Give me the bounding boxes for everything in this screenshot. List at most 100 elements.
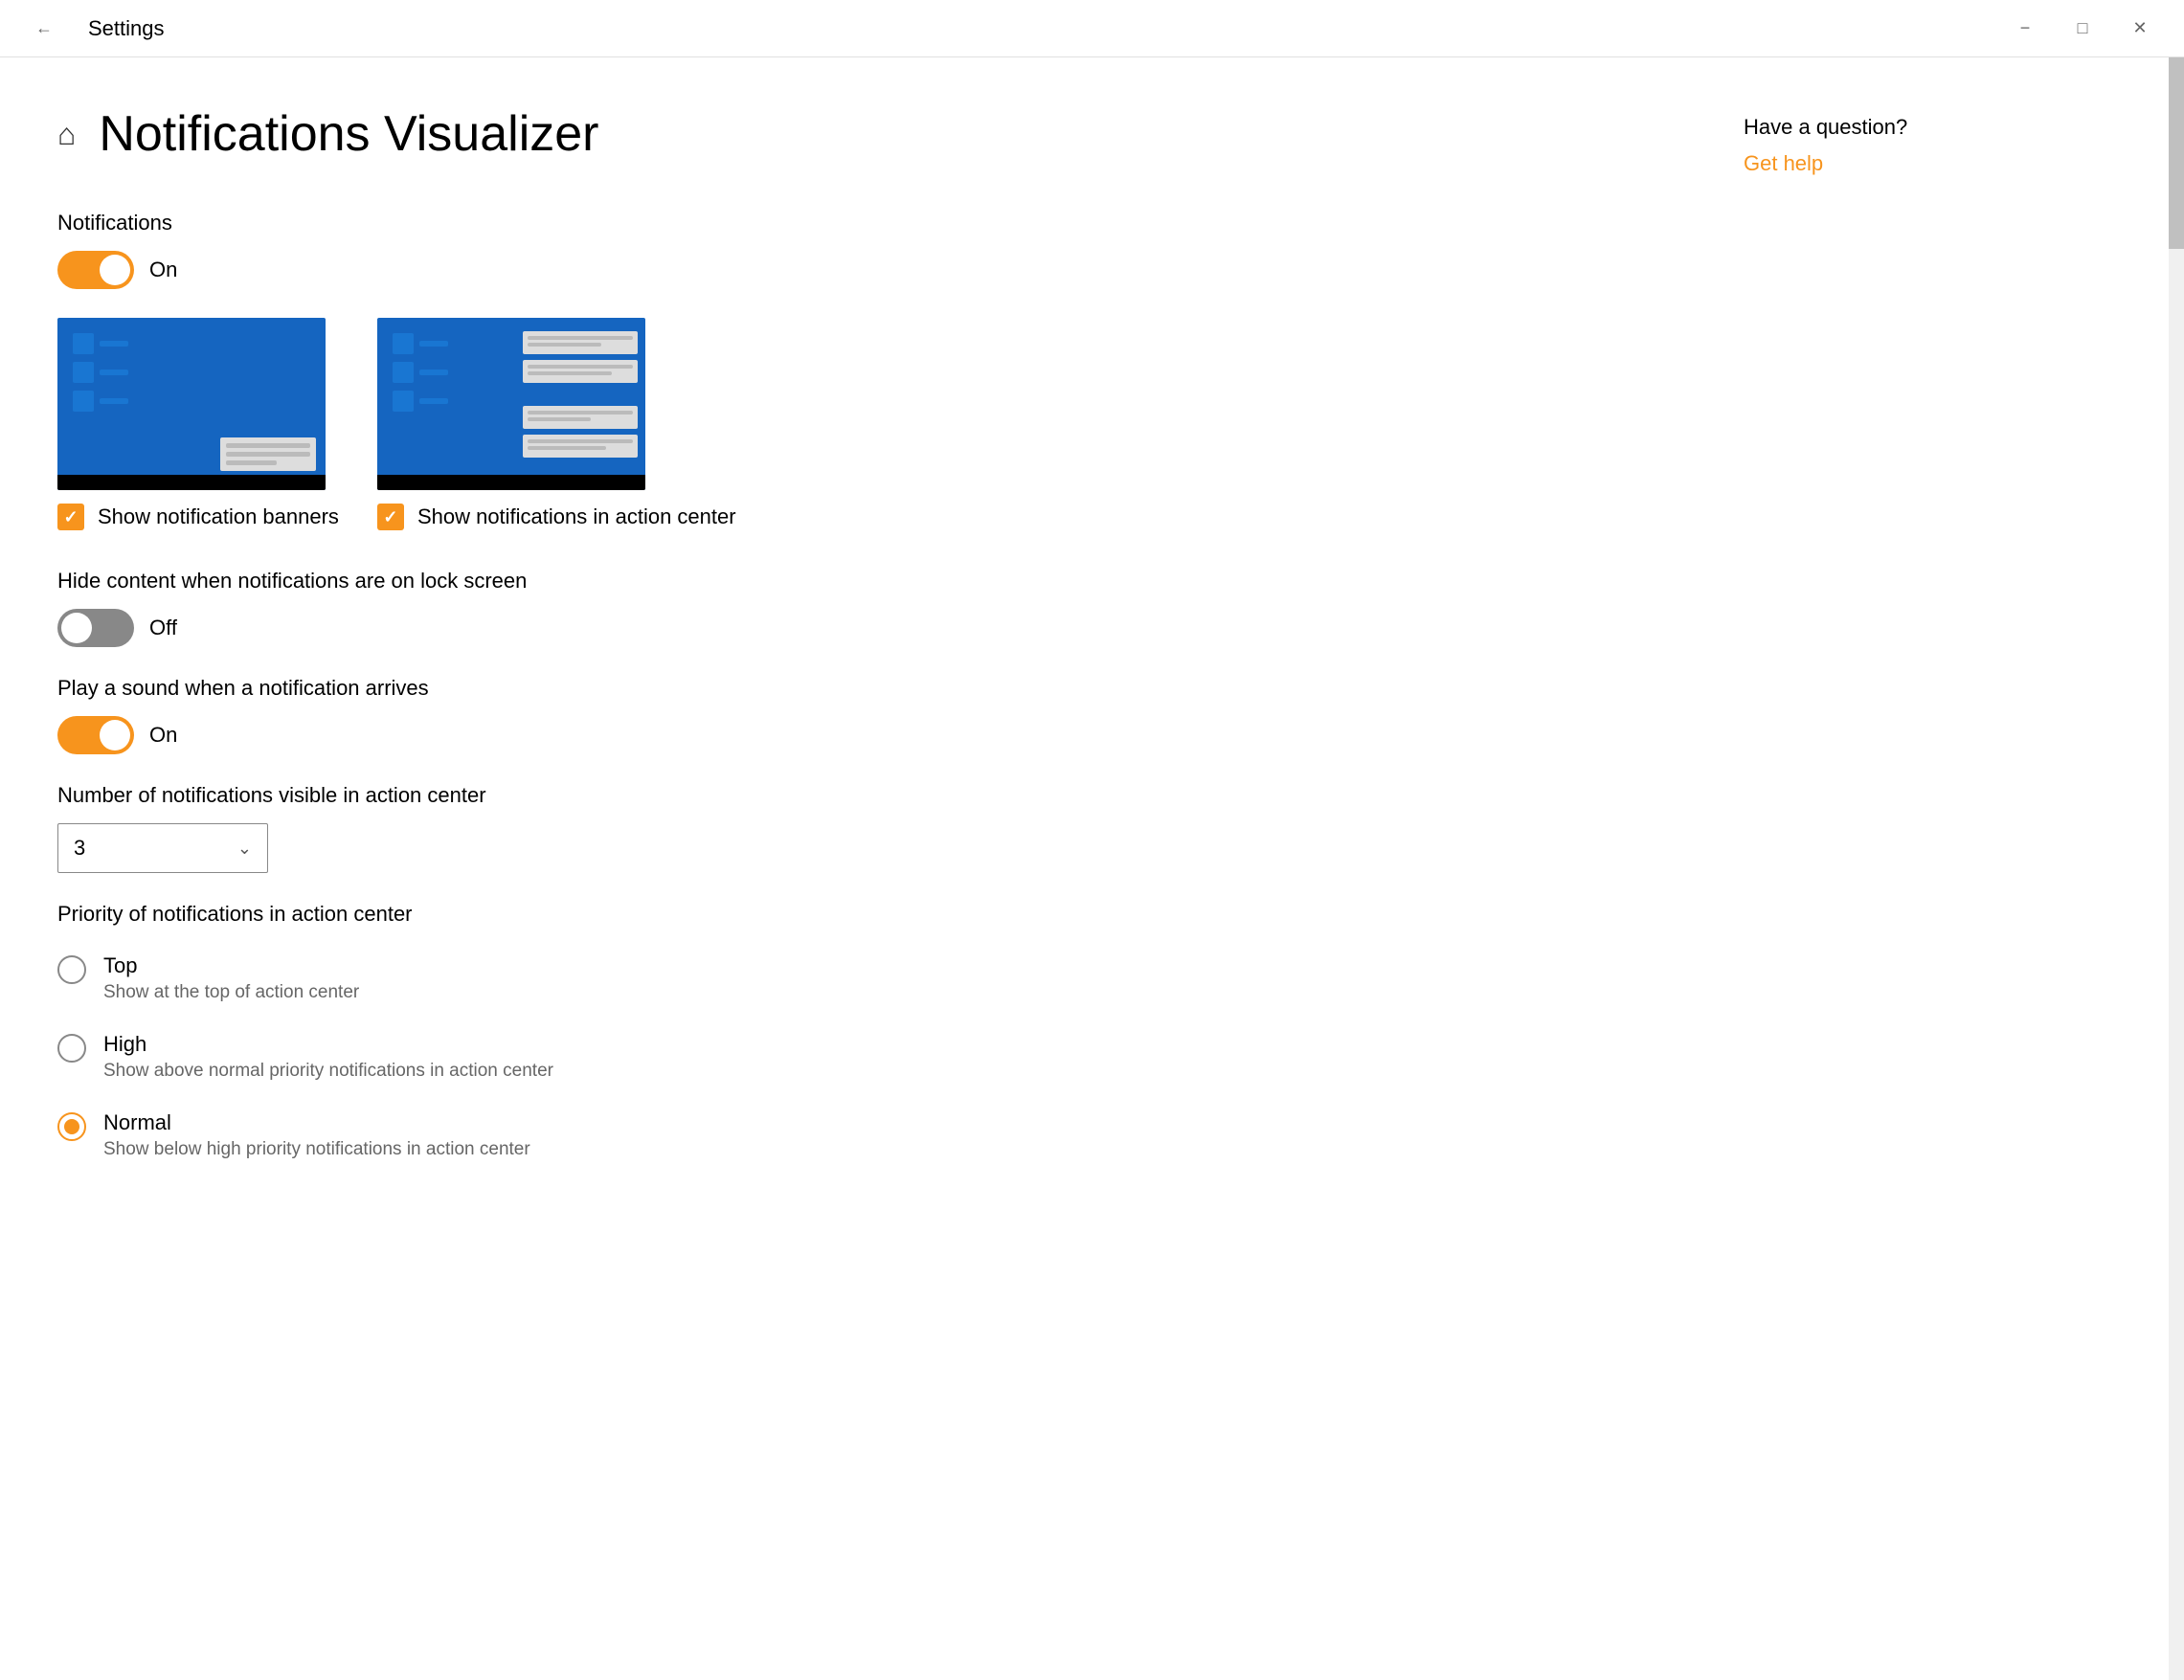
desktop-icons-2	[393, 333, 448, 412]
desktop-icon-3	[73, 391, 128, 412]
notifications-toggle[interactable]	[57, 251, 134, 289]
icon-box-4	[393, 333, 414, 354]
show-action-center-label: Show notifications in action center	[417, 504, 736, 529]
dropdown-arrow-icon: ⌄	[237, 839, 252, 859]
notifications-toggle-row: On	[57, 251, 1705, 289]
desktop-icon-1	[73, 333, 128, 354]
priority-section: Priority of notifications in action cent…	[57, 902, 1705, 1160]
show-banners-label: Show notification banners	[98, 504, 339, 529]
minimize-button[interactable]: −	[1996, 0, 2054, 57]
back-button[interactable]: ←	[15, 0, 73, 57]
hide-content-toggle-row: Off	[57, 609, 1705, 647]
priority-label: Priority of notifications in action cent…	[57, 902, 1705, 927]
banner-notification	[220, 437, 316, 471]
maximize-button[interactable]: □	[2054, 0, 2111, 57]
hide-content-section: Hide content when notifications are on l…	[57, 569, 1705, 647]
priority-top-content: Top Show at the top of action center	[103, 953, 359, 1003]
banner-preview-block: ✓ Show notification banners	[57, 318, 339, 530]
priority-top-label: Top	[103, 953, 359, 978]
priority-high-label: High	[103, 1032, 553, 1057]
page-title: Notifications Visualizer	[99, 105, 598, 163]
banner-line-2	[226, 452, 310, 457]
desktop-icon-6	[393, 391, 448, 412]
action-notif-line-1b	[528, 343, 601, 347]
action-notif-line-3b	[528, 417, 591, 421]
title-bar: ← Settings − □ ✕	[0, 0, 2184, 57]
play-sound-toggle[interactable]	[57, 716, 134, 754]
hide-content-toggle[interactable]	[57, 609, 134, 647]
desktop-icon-4	[393, 333, 448, 354]
checkmark-icon: ✓	[63, 507, 78, 527]
right-section: Have a question? Get help	[1744, 105, 2127, 1189]
home-icon[interactable]: ⌂	[57, 117, 76, 152]
priority-option-normal: Normal Show below high priority notifica…	[57, 1110, 1705, 1160]
play-sound-toggle-label: On	[149, 723, 177, 748]
hide-content-label: Hide content when notifications are on l…	[57, 569, 1705, 594]
taskbar-2	[377, 475, 645, 490]
num-notifications-label: Number of notifications visible in actio…	[57, 783, 1705, 808]
banner-line-1	[226, 443, 310, 448]
action-notif-2	[523, 360, 638, 383]
priority-top-desc: Show at the top of action center	[103, 982, 359, 1003]
scrollbar-thumb[interactable]	[2169, 57, 2184, 249]
action-notif-line-1a	[528, 336, 633, 340]
priority-high-content: High Show above normal priority notifica…	[103, 1032, 553, 1082]
page-header: ⌂ Notifications Visualizer	[57, 105, 1705, 163]
left-section: ⌂ Notifications Visualizer Notifications…	[57, 105, 1705, 1189]
action-notif-line-4a	[528, 439, 633, 443]
priority-normal-content: Normal Show below high priority notifica…	[103, 1110, 530, 1160]
hide-content-toggle-knob	[61, 613, 92, 643]
icon-box-6	[393, 391, 414, 412]
help-section: Have a question? Get help	[1744, 115, 2127, 176]
action-notif-line-2a	[528, 365, 633, 369]
show-banners-row: ✓ Show notification banners	[57, 504, 339, 530]
action-notif-4	[523, 435, 638, 458]
icon-text-5	[419, 370, 448, 375]
priority-option-top: Top Show at the top of action center	[57, 953, 1705, 1003]
main-content: ⌂ Notifications Visualizer Notifications…	[0, 57, 2184, 1189]
icon-box-3	[73, 391, 94, 412]
num-notifications-section: Number of notifications visible in actio…	[57, 783, 1705, 873]
action-center-gap	[523, 389, 638, 400]
notification-images: ✓ Show notification banners	[57, 318, 1705, 530]
num-notifications-dropdown[interactable]: 3 ⌄	[57, 823, 268, 873]
action-center-preview-image	[377, 318, 645, 490]
action-notif-3	[523, 406, 638, 429]
help-link[interactable]: Get help	[1744, 151, 2127, 176]
desktop-icons-1	[73, 333, 128, 412]
action-notif-1	[523, 331, 638, 354]
radio-inner-normal	[64, 1119, 79, 1134]
window-title: Settings	[88, 16, 165, 41]
show-action-center-checkbox[interactable]: ✓	[377, 504, 404, 530]
play-sound-label: Play a sound when a notification arrives	[57, 676, 1705, 701]
show-banners-checkbox[interactable]: ✓	[57, 504, 84, 530]
priority-normal-desc: Show below high priority notifications i…	[103, 1139, 530, 1160]
play-sound-toggle-knob	[100, 720, 130, 750]
icon-text-6	[419, 398, 448, 404]
priority-radio-top[interactable]	[57, 955, 86, 984]
action-notif-line-2b	[528, 371, 612, 375]
action-center-notifs	[523, 331, 638, 458]
hide-content-toggle-label: Off	[149, 616, 177, 640]
icon-box-2	[73, 362, 94, 383]
action-notif-line-4b	[528, 446, 607, 450]
priority-high-desc: Show above normal priority notifications…	[103, 1061, 553, 1082]
notifications-toggle-label: On	[149, 258, 177, 282]
priority-radio-high[interactable]	[57, 1034, 86, 1063]
icon-box-1	[73, 333, 94, 354]
banner-preview-image	[57, 318, 326, 490]
taskbar-1	[57, 475, 326, 490]
icon-text-2	[100, 370, 128, 375]
icon-text-4	[419, 341, 448, 347]
desktop-icon-2	[73, 362, 128, 383]
scrollbar[interactable]	[2169, 57, 2184, 1680]
priority-radio-normal[interactable]	[57, 1112, 86, 1141]
icon-box-5	[393, 362, 414, 383]
help-title: Have a question?	[1744, 115, 2127, 140]
icon-text-1	[100, 341, 128, 347]
priority-option-high: High Show above normal priority notifica…	[57, 1032, 1705, 1082]
action-center-preview-block: ✓ Show notifications in action center	[377, 318, 736, 530]
close-button[interactable]: ✕	[2111, 0, 2169, 57]
title-bar-controls: − □ ✕	[1996, 0, 2169, 57]
title-bar-left: ← Settings	[15, 0, 165, 57]
